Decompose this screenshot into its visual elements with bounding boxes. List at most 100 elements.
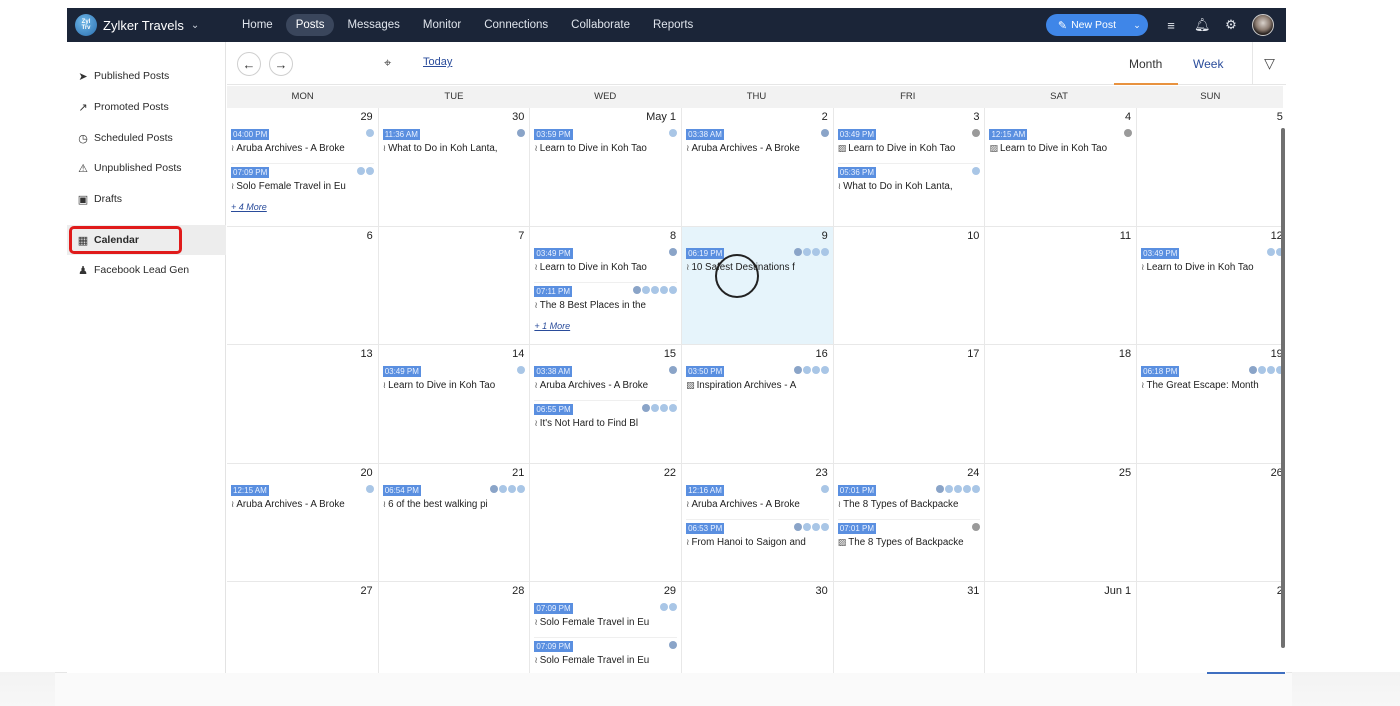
day-cell[interactable]: 13 xyxy=(227,345,379,463)
calendar-post[interactable]: 07:09 PM ≀ Solo Female Travel in Eu xyxy=(231,163,374,199)
day-cell[interactable]: 20 12:15 AM ≀ Aruba Archives - A Broke xyxy=(227,463,379,581)
day-cell[interactable]: 18 xyxy=(985,345,1138,463)
calendar-post[interactable]: 06:53 PM ≀ From Hanoi to Saigon and xyxy=(686,518,829,555)
calendar-post[interactable]: 06:54 PM ≀ 6 of the best walking pi xyxy=(382,482,526,518)
day-cell[interactable]: 26 xyxy=(1137,463,1283,581)
day-cell[interactable]: 21 06:54 PM ≀ 6 of the best walking pi xyxy=(378,463,531,581)
brand-switcher[interactable]: Zyl Trv Zylker Travels ⌄ xyxy=(67,8,227,42)
day-cell[interactable]: 29 04:00 PM ≀ Aruba Archives - A Broke 07:09… xyxy=(227,108,379,226)
new-post-dropdown-icon[interactable]: ⌄ xyxy=(1130,20,1144,31)
day-cell[interactable]: 29 07:09 PM ≀ Solo Female Travel in Eu 07:09… xyxy=(530,582,683,673)
next-button[interactable]: → xyxy=(269,52,293,76)
day-cell[interactable]: 25 xyxy=(985,463,1138,581)
day-cell[interactable]: 8 03:49 PM ≀ Learn to Dive in Koh Tao 07:11 … xyxy=(530,226,683,344)
calendar-post[interactable]: 07:01 PM ≀ The 8 Types of Backpacke xyxy=(837,482,981,518)
more-posts-link[interactable]: + 4 More xyxy=(231,202,267,212)
avatar[interactable] xyxy=(1252,14,1274,36)
day-cell[interactable]: 15 03:38 AM ≀ Aruba Archives - A Broke 06:55… xyxy=(530,345,683,463)
sidebar-item-facebook-lead-gen[interactable]: ♟ Facebook Lead Gen xyxy=(67,255,226,285)
day-cell[interactable]: 10 xyxy=(833,226,986,344)
day-cell[interactable]: May 1 03:59 PM ≀ Learn to Dive in Koh Tao xyxy=(530,108,683,226)
calendar-post[interactable]: 07:11 PM ≀ The 8 Best Places in the xyxy=(534,281,678,318)
calendar-post[interactable]: 07:09 PM ≀ Solo Female Travel in Eu xyxy=(534,637,678,673)
calendar-post[interactable]: 12:15 AM ▨ Learn to Dive in Koh Tao xyxy=(989,126,1133,162)
day-cell[interactable]: 31 xyxy=(833,582,986,673)
calendar-search-icon[interactable]: ⌖ xyxy=(384,55,391,71)
sidebar: ➤ Published Posts ↗ Promoted Posts ◷ Sch… xyxy=(67,42,226,673)
sidebar-item-promoted-posts[interactable]: ↗ Promoted Posts xyxy=(67,92,226,122)
day-cell[interactable]: 11 xyxy=(985,226,1138,344)
calendar-post[interactable]: 06:18 PM ≀ The Great Escape: Month xyxy=(1141,363,1283,399)
instagram-icon xyxy=(365,484,374,493)
day-cell[interactable]: 4 12:15 AM ▨ Learn to Dive in Koh Tao xyxy=(985,108,1138,226)
sidebar-item-drafts[interactable]: ▣ Drafts xyxy=(67,184,226,214)
calendar-post[interactable]: 07:09 PM ≀ Solo Female Travel in Eu xyxy=(534,600,678,636)
more-posts-link[interactable]: + 1 More xyxy=(534,321,570,331)
nav-posts[interactable]: Posts xyxy=(285,14,335,36)
nav-home[interactable]: Home xyxy=(232,14,283,36)
calendar-post[interactable]: 05:36 PM ≀ What to Do in Koh Lanta, xyxy=(837,163,981,199)
post-title: 6 of the best walking pi xyxy=(388,498,488,510)
calendar-post[interactable]: 03:50 PM ▨ Inspiration Archives - A xyxy=(686,363,829,399)
day-cell[interactable]: 30 xyxy=(682,582,834,673)
post-title: The 8 Types of Backpacke xyxy=(848,536,964,548)
day-cell[interactable]: 16 03:50 PM ▨ Inspiration Archives - A xyxy=(682,345,834,463)
calendar-post[interactable]: 12:16 AM ≀ Aruba Archives - A Broke xyxy=(686,482,829,518)
calendar-post[interactable]: 12:15 AM ≀ Aruba Archives - A Broke xyxy=(231,482,374,518)
sidebar-item-published-posts[interactable]: ➤ Published Posts xyxy=(67,61,226,91)
filter-button[interactable]: ▽ xyxy=(1252,42,1286,85)
post-time-badge: 03:49 PM xyxy=(534,247,573,259)
day-cell[interactable]: 2 xyxy=(1137,582,1283,673)
post-networks xyxy=(659,603,678,611)
sidebar-item-calendar[interactable]: ▦ Calendar xyxy=(67,225,226,255)
calendar-post[interactable]: 03:49 PM ≀ Learn to Dive in Koh Tao xyxy=(382,363,526,399)
calendar-post[interactable]: 03:59 PM ≀ Learn to Dive in Koh Tao xyxy=(534,126,678,162)
day-cell[interactable]: 28 xyxy=(378,582,531,673)
day-cell[interactable]: 5 xyxy=(1137,108,1283,226)
calendar-post[interactable]: 11:36 AM ≀ What to Do in Koh Lanta, xyxy=(382,126,526,162)
top-nav: Zyl Trv Zylker Travels ⌄ Home Posts Messa… xyxy=(67,8,1286,42)
calendar-post[interactable]: 03:38 AM ≀ Aruba Archives - A Broke xyxy=(686,126,829,162)
day-cell[interactable]: 23 12:16 AM ≀ Aruba Archives - A Broke 06:53… xyxy=(682,463,834,581)
facebook-icon xyxy=(793,522,802,531)
day-cell[interactable]: 12 03:49 PM ≀ Learn to Dive in Koh Tao xyxy=(1137,226,1283,344)
calendar-post[interactable]: 03:49 PM ▨ Learn to Dive in Koh Tao xyxy=(837,126,981,162)
calendar-post[interactable]: 07:01 PM ▨ The 8 Types of Backpacke xyxy=(837,518,981,555)
prev-button[interactable]: ← xyxy=(237,52,261,76)
day-cell[interactable]: 9 06:19 PM ≀ 10 Safest Destinations f xyxy=(682,226,834,344)
new-post-button[interactable]: ✎ New Post ⌄ xyxy=(1045,14,1148,36)
day-cell[interactable]: 24 07:01 PM ≀ The 8 Types of Backpacke 07:01… xyxy=(833,463,986,581)
link-icon: ≀ xyxy=(231,498,235,509)
calendar-post[interactable]: 03:49 PM ≀ Learn to Dive in Koh Tao xyxy=(1141,245,1283,281)
day-cell[interactable]: 19 06:18 PM ≀ The Great Escape: Month xyxy=(1137,345,1283,463)
day-cell[interactable]: 30 11:36 AM ≀ What to Do in Koh Lanta, xyxy=(378,108,531,226)
list-icon[interactable]: ≡ xyxy=(1164,18,1178,33)
sidebar-item-scheduled-posts[interactable]: ◷ Scheduled Posts xyxy=(67,123,226,153)
today-link[interactable]: Today xyxy=(423,56,452,68)
day-cell[interactable]: 2 03:38 AM ≀ Aruba Archives - A Broke xyxy=(682,108,834,226)
calendar-post[interactable]: 06:55 PM ≀ It's Not Hard to Find Bl xyxy=(534,400,678,436)
tab-week[interactable]: Week xyxy=(1193,57,1223,71)
sidebar-item-unpublished-posts[interactable]: ⚠ Unpublished Posts xyxy=(67,153,226,183)
calendar-post[interactable]: 04:00 PM ≀ Aruba Archives - A Broke xyxy=(231,126,374,162)
day-cell[interactable]: 3 03:49 PM ▨ Learn to Dive in Koh Tao 05:36 … xyxy=(833,108,986,226)
gear-icon[interactable]: ⚙ xyxy=(1224,17,1238,33)
bell-icon[interactable]: 🔔︎ xyxy=(1194,17,1211,33)
calendar-post[interactable]: 03:38 AM ≀ Aruba Archives - A Broke xyxy=(534,363,678,399)
calendar-post[interactable]: 03:49 PM ≀ Learn to Dive in Koh Tao xyxy=(534,245,678,281)
day-cell[interactable]: 27 xyxy=(227,582,379,673)
post-time-badge: 06:55 PM xyxy=(534,404,573,415)
day-cell[interactable]: 7 xyxy=(378,226,531,344)
nav-connections[interactable]: Connections xyxy=(474,14,558,36)
nav-monitor[interactable]: Monitor xyxy=(413,14,471,36)
day-cell[interactable]: 14 03:49 PM ≀ Learn to Dive in Koh Tao xyxy=(378,345,531,463)
day-cell[interactable]: 17 xyxy=(833,345,986,463)
nav-reports[interactable]: Reports xyxy=(643,14,703,36)
nav-collaborate[interactable]: Collaborate xyxy=(561,14,640,36)
nav-messages[interactable]: Messages xyxy=(337,14,409,36)
scrollbar[interactable] xyxy=(1281,128,1285,648)
day-cell[interactable]: Jun 1 xyxy=(985,582,1138,673)
tab-month[interactable]: Month xyxy=(1129,57,1162,71)
day-cell[interactable]: 6 xyxy=(227,226,379,344)
day-cell[interactable]: 22 xyxy=(530,463,683,581)
